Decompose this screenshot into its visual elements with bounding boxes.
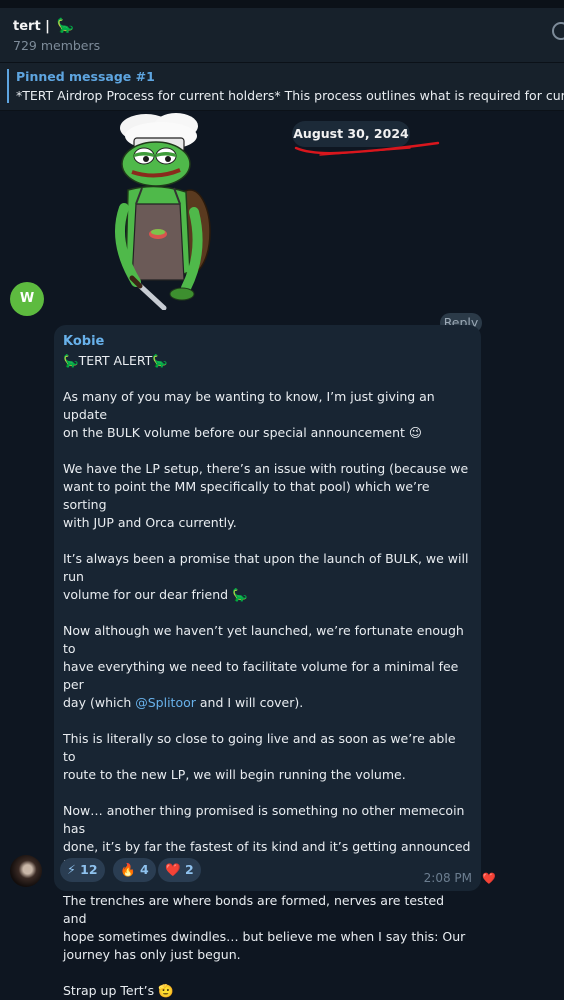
search-icon[interactable] — [552, 22, 564, 40]
message-line: with JUP and Orca currently. — [63, 515, 237, 530]
message-line: journey has only just begun. — [63, 947, 241, 962]
message-line: route to the new LP, we will begin runni… — [63, 767, 406, 782]
message-line: hope sometimes dwindles… but believe me … — [63, 929, 466, 944]
user-mention-link[interactable]: @Splitoor — [135, 695, 196, 710]
message-line — [63, 604, 471, 622]
reaction-count: 12 — [80, 862, 98, 877]
pinned-indicator — [7, 69, 9, 103]
pinned-label: Pinned message #1 — [16, 69, 155, 84]
message-line — [63, 964, 471, 982]
message-bubble[interactable]: Kobie 🦕TERT ALERT🦕 As many of you may be… — [54, 325, 481, 998]
message-line: This is literally so close to going live… — [63, 731, 456, 764]
reaction-fire[interactable]: 🔥 4 — [113, 858, 156, 882]
lightning-icon: ⚡ — [67, 862, 76, 877]
message-line — [63, 784, 471, 802]
reaction-count: 2 — [184, 862, 194, 877]
window-top-strip — [0, 0, 564, 8]
message-time: 2:08 PM — [423, 871, 472, 885]
heart-icon: ❤️ — [482, 872, 496, 885]
message-line: The trenches are where bonds are formed,… — [63, 893, 445, 926]
pepe-chef-sticker[interactable] — [106, 112, 218, 310]
message-text: 🦕TERT ALERT🦕 As many of you may be wanti… — [63, 352, 471, 1000]
member-count: 729 members — [13, 38, 101, 53]
chat-header[interactable]: tert | 🦕 729 members — [0, 8, 564, 63]
pinned-text: *TERT Airdrop Process for current holder… — [16, 88, 564, 103]
message-line — [63, 712, 471, 730]
heart-icon: ❤️ — [165, 862, 181, 877]
message-line — [63, 442, 471, 460]
chat-title[interactable]: tert | 🦕 — [13, 18, 74, 34]
message-line: done, it’s by far the fastest of its kin… — [63, 839, 471, 854]
message-line — [63, 532, 471, 550]
message-line: It’s always been a promise that upon the… — [63, 551, 469, 584]
message-line: Now although we haven’t yet launched, we… — [63, 623, 464, 656]
red-underline-annotation — [294, 141, 440, 156]
reaction-count: 4 — [139, 862, 149, 877]
message-line: Now… another thing promised is something… — [63, 803, 465, 836]
message-line — [63, 370, 471, 388]
reaction-heart[interactable]: ❤️ 2 — [158, 858, 201, 882]
pinned-message-bar[interactable]: Pinned message #1 *TERT Airdrop Process … — [0, 63, 564, 111]
message-line: volume for our dear friend 🦕 — [63, 587, 248, 602]
message-line: on the BULK volume before our special an… — [63, 425, 422, 440]
message-line: Strap up Tert’s 🫡 — [63, 983, 174, 998]
message-line: have everything we need to facilitate vo… — [63, 659, 459, 692]
message-line: want to point the MM specifically to tha… — [63, 479, 430, 512]
avatar-kobie[interactable] — [10, 855, 42, 887]
avatar[interactable]: W — [10, 282, 44, 316]
reaction-lightning[interactable]: ⚡ 12 — [60, 858, 105, 882]
message-line-with-mention: day (which @Splitoor and I will cover). — [63, 695, 304, 710]
sender-name[interactable]: Kobie — [63, 334, 104, 349]
fire-icon: 🔥 — [120, 862, 136, 877]
message-line: 🦕TERT ALERT🦕 — [63, 353, 168, 368]
message-line: We have the LP setup, there’s an issue w… — [63, 461, 469, 476]
dinosaur-emoji: 🦕 — [56, 18, 74, 34]
message-line: As many of you may be wanting to know, I… — [63, 389, 435, 422]
